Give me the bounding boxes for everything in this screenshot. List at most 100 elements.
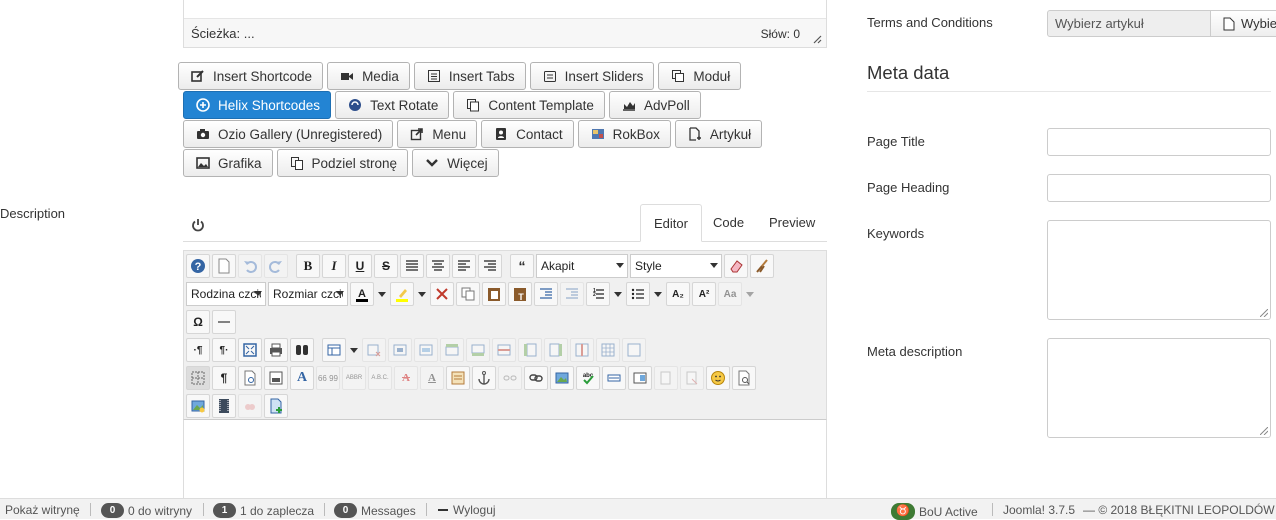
highlight-color-caret[interactable] [416,282,428,306]
indent-icon[interactable] [534,282,558,306]
media-insert-icon[interactable] [238,394,262,418]
text-color-icon[interactable]: A [350,282,374,306]
blockquote-icon[interactable]: “ [510,254,534,278]
search-replace-icon[interactable] [290,338,314,362]
eraser-icon[interactable] [724,254,748,278]
content-template-button[interactable]: Content Template [453,91,605,119]
fullscreen-icon[interactable] [238,338,262,362]
bullet-list-caret[interactable] [652,282,664,306]
tab-preview[interactable]: Preview [756,204,828,242]
acronym-icon[interactable]: A.B.C. [368,366,392,390]
clean-broom-icon[interactable] [750,254,774,278]
underline-icon[interactable]: U [348,254,372,278]
col-after-icon[interactable] [544,338,568,362]
resize-grip-icon[interactable] [813,35,822,44]
resize-handle-icon[interactable] [1260,427,1268,435]
tab-code[interactable]: Code [700,204,757,242]
horizontal-rule-icon[interactable] [212,310,236,334]
anchor-icon[interactable] [472,366,496,390]
terms-article-field[interactable]: Wybierz artykuł [1047,10,1211,37]
align-right-icon[interactable] [478,254,502,278]
attributes-icon[interactable] [446,366,470,390]
file-manager-icon[interactable] [264,394,288,418]
site-visitors[interactable]: 0 0 do witryny [101,503,192,518]
paste-icon[interactable] [482,282,506,306]
toggle-editor-icon[interactable] [191,218,205,232]
table-props-icon[interactable] [622,338,646,362]
row-before-icon[interactable] [440,338,464,362]
text-rotate-button[interactable]: Text Rotate [335,91,450,119]
module-button[interactable]: Moduł [658,62,742,90]
admin-users[interactable]: 1 1 do zaplecza [213,503,314,518]
rokbox-button[interactable]: RokBox [577,120,671,148]
emoticons-icon[interactable] [706,366,730,390]
layer-icon[interactable] [628,366,652,390]
messages-link[interactable]: 0 Messages [334,503,416,518]
col-before-icon[interactable] [518,338,542,362]
helix-shortcodes-button[interactable]: Helix Shortcodes [183,91,332,119]
cell-props-icon[interactable] [388,338,412,362]
table-caret[interactable] [348,338,360,362]
ltr-icon[interactable]: ·¶ [186,338,210,362]
delete-row-icon[interactable] [492,338,516,362]
outdent-icon[interactable] [560,282,584,306]
subscript-icon[interactable]: A₂ [666,282,690,306]
file-browser-icon[interactable] [732,366,756,390]
insert-shortcode-button[interactable]: Insert Shortcode [178,62,324,90]
nonbreaking-icon[interactable] [602,366,626,390]
delete-table-icon[interactable] [362,338,386,362]
media-manager-icon[interactable] [212,394,236,418]
change-case-icon[interactable]: Aa [718,282,742,306]
link-icon[interactable] [524,366,548,390]
cite-icon[interactable]: 66 99 [316,366,340,390]
logout-link[interactable]: Wyloguj [437,503,496,517]
bullet-list-icon[interactable] [626,282,650,306]
strikethrough-icon[interactable]: S [374,254,398,278]
align-center-icon[interactable] [426,254,450,278]
page-heading-input[interactable] [1047,174,1271,202]
select-article-button[interactable]: Wybie [1210,10,1276,37]
tab-editor[interactable]: Editor [640,204,702,242]
unlink-icon[interactable] [498,366,522,390]
font-size-select[interactable]: Rozmiar czcio [268,282,348,306]
visual-aid-icon[interactable] [186,366,210,390]
table-icon[interactable] [322,338,346,362]
help-icon[interactable]: ? [186,254,210,278]
print-icon[interactable] [264,338,288,362]
editor-content-area[interactable] [183,420,827,500]
image-manager-icon[interactable] [186,394,210,418]
split-cells-icon[interactable] [596,338,620,362]
move-forward-icon[interactable] [654,366,678,390]
bou-status[interactable]: ♉ BoU Active [891,503,978,520]
ozio-gallery-button[interactable]: Ozio Gallery (Unregistered) [183,120,394,148]
merge-cells-icon[interactable] [414,338,438,362]
bold-icon[interactable]: B [296,254,320,278]
document-props-icon[interactable] [238,366,262,390]
keywords-textarea[interactable] [1047,220,1271,320]
insert-image-icon[interactable] [550,366,574,390]
insert-tabs-button[interactable]: Insert Tabs [413,62,526,90]
align-left-icon[interactable] [452,254,476,278]
italic-icon[interactable]: I [322,254,346,278]
style-select[interactable]: Style [630,254,722,278]
new-document-icon[interactable] [212,254,236,278]
undo-icon[interactable] [238,254,262,278]
show-blocks-icon[interactable]: ¶ [212,366,236,390]
font-family-select[interactable]: Rodzina czcio [186,282,266,306]
cut-icon[interactable] [430,282,454,306]
numbered-list-caret[interactable] [612,282,624,306]
image-button[interactable]: Grafika [183,149,273,177]
delete-mark-icon[interactable]: A [394,366,418,390]
contact-button[interactable]: Contact [481,120,574,148]
paste-text-icon[interactable]: T [508,282,532,306]
paragraph-format-select[interactable]: Akapit [536,254,628,278]
advpoll-button[interactable]: AdvPoll [608,91,701,119]
copy-icon[interactable] [456,282,480,306]
change-case-caret[interactable] [744,282,756,306]
numbered-list-icon[interactable]: 12 [586,282,610,306]
media-button[interactable]: Media [327,62,410,90]
template-insert-icon[interactable] [264,366,288,390]
insert-sliders-button[interactable]: Insert Sliders [529,62,655,90]
meta-description-textarea[interactable] [1047,338,1271,438]
superscript-icon[interactable]: A² [692,282,716,306]
